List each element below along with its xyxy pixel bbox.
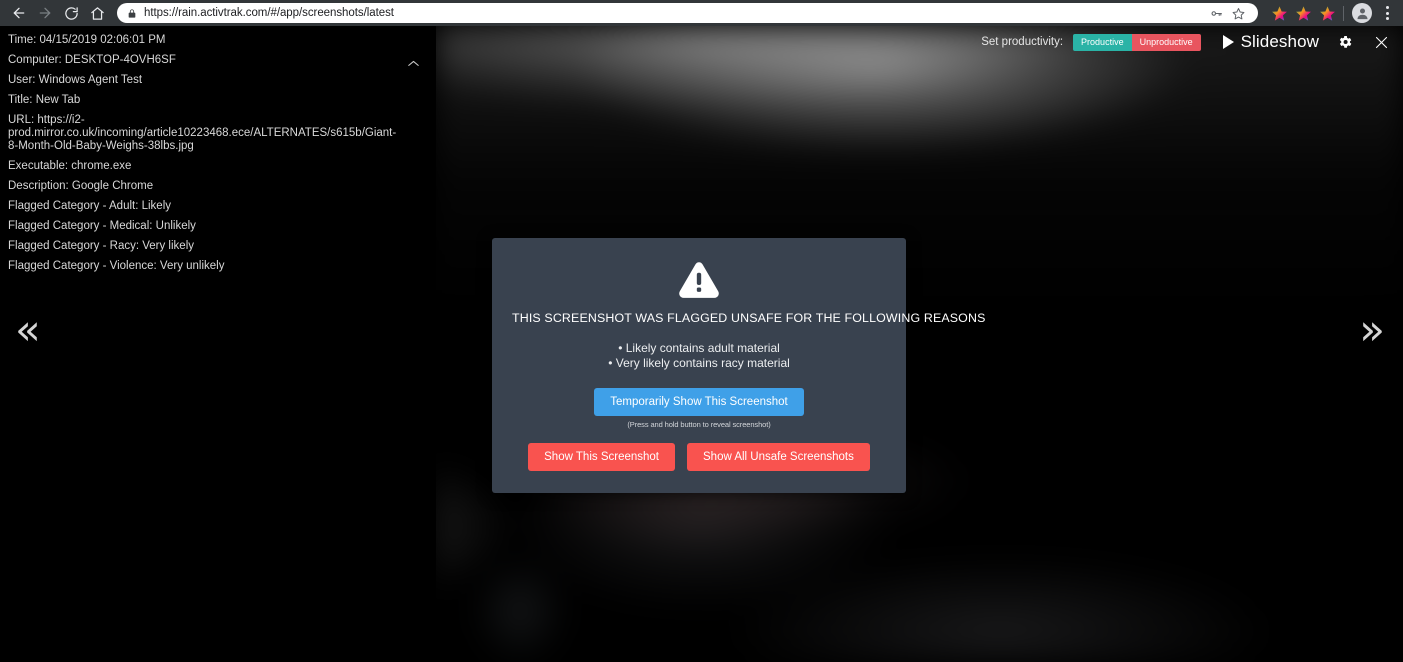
screenshot-metadata-panel: Time: 04/15/2019 02:06:01 PM Computer: D… [0,26,436,662]
extension-star-icon-2[interactable] [1292,2,1314,24]
metadata-line-flagged-adult: Flagged Category - Adult: Likely [8,199,172,212]
screenshot-viewer: Time: 04/15/2019 02:06:01 PM Computer: D… [0,26,1403,662]
metadata-line-flagged-medical: Flagged Category - Medical: Unlikely [8,219,196,232]
press-and-hold-hint: (Press and hold button to reveal screens… [627,420,771,429]
metadata-line-flagged-racy: Flagged Category - Racy: Very likely [8,239,194,252]
profile-avatar-icon[interactable] [1352,3,1372,23]
unproductive-button[interactable]: Unproductive [1131,33,1201,51]
play-triangle-icon [1222,35,1234,49]
lock-icon [127,8,137,19]
metadata-line: Executable: chrome.exe [8,159,132,172]
unsafe-reason-item: • Likely contains adult material [618,341,780,355]
viewer-controls: Set productivity: Productive Unproductiv… [981,26,1403,58]
address-bar[interactable]: https://rain.activtrak.com/#/app/screens… [117,3,1258,23]
slideshow-label: Slideshow [1240,32,1319,51]
productivity-toggle-group: Productive Unproductive [1073,33,1201,51]
previous-screenshot-button[interactable]: « [15,309,41,351]
next-screenshot-button[interactable]: » [1359,309,1385,351]
toolbar-divider [1343,5,1344,21]
extension-star-icon-3[interactable] [1316,2,1338,24]
unsafe-reason-list: • Likely contains adult material • Very … [512,341,886,371]
metadata-line: Description: Google Chrome [8,179,154,192]
temporarily-show-screenshot-button[interactable]: Temporarily Show This Screenshot [594,388,804,416]
three-dot-menu-icon[interactable] [1377,2,1397,24]
back-button[interactable] [6,0,32,26]
slideshow-button[interactable]: Slideshow [1222,32,1319,52]
forward-button[interactable] [32,0,58,26]
metadata-line: Computer: DESKTOP-4OVH6SF [8,53,176,66]
extension-star-icon-1[interactable] [1268,2,1290,24]
unsafe-heading: THIS SCREENSHOT WAS FLAGGED UNSAFE FOR T… [512,311,986,325]
chevron-up-icon[interactable] [404,56,422,70]
unsafe-action-buttons: Show This Screenshot Show All Unsafe Scr… [512,443,886,471]
metadata-line-flagged-violence: Flagged Category - Violence: Very unlike… [8,259,225,272]
screenshot-viewer-page: https://rain.activtrak.com/#/app/screens… [0,0,1403,662]
warning-triangle-icon [512,260,886,300]
unsafe-screenshot-dialog: THIS SCREENSHOT WAS FLAGGED UNSAFE FOR T… [492,238,986,493]
reload-button[interactable] [58,0,84,26]
set-productivity-label: Set productivity: [981,36,1064,48]
metadata-line: Title: New Tab [8,93,81,106]
extension-icons [1268,2,1338,24]
show-all-unsafe-screenshots-button[interactable]: Show All Unsafe Screenshots [687,443,870,471]
password-key-icon[interactable] [1206,3,1226,23]
metadata-line-url: URL: https://i2-prod.mirror.co.uk/incomi… [8,113,397,152]
browser-toolbar: https://rain.activtrak.com/#/app/screens… [0,0,1403,26]
url-text: https://rain.activtrak.com/#/app/screens… [144,7,394,19]
show-this-screenshot-button[interactable]: Show This Screenshot [528,443,675,471]
gear-icon[interactable] [1335,32,1355,52]
home-button[interactable] [84,0,110,26]
metadata-line: Time: 04/15/2019 02:06:01 PM [8,33,166,46]
star-bookmark-icon[interactable] [1228,3,1248,23]
unsafe-reason-item: • Very likely contains racy material [608,356,790,370]
productive-button[interactable]: Productive [1073,33,1132,51]
metadata-line: User: Windows Agent Test [8,73,143,86]
close-x-icon[interactable] [1371,32,1391,52]
